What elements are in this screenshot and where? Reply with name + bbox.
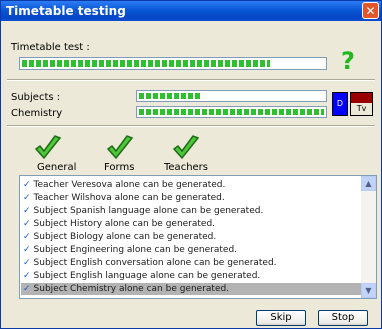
list-item-selected[interactable]: ✓ Subject Chemistry alone can be generate… bbox=[21, 283, 361, 295]
list-item-text: Subject Engineering alone can be generat… bbox=[33, 245, 238, 255]
log-list[interactable]: ✓ Teacher Veresova alone can be generated… bbox=[19, 175, 377, 299]
list-item[interactable]: ✓ Subject Biology alone can be generated. bbox=[23, 231, 216, 243]
list-item-text: Subject Chemistry alone can be generated… bbox=[33, 284, 230, 294]
list-item[interactable]: ✓ Teacher Veresova alone can be generated… bbox=[23, 179, 225, 191]
list-item-text: Subject Biology alone can be generated. bbox=[33, 232, 217, 242]
blue-indicator: D bbox=[332, 92, 348, 116]
check-forms-icon bbox=[106, 135, 134, 160]
list-item[interactable]: ✓ Subject Spanish language alone can be g… bbox=[23, 205, 263, 217]
list-item-text: Subject History alone can be generated. bbox=[33, 219, 216, 229]
list-item-text: Teacher Veresova alone can be generated. bbox=[33, 180, 226, 190]
checkmark-icon: ✓ bbox=[23, 258, 31, 268]
checkmark-icon: ✓ bbox=[23, 271, 31, 281]
check-general-icon bbox=[34, 135, 62, 160]
list-item[interactable]: ✓ Subject History alone can be generated. bbox=[23, 218, 215, 230]
question-mark-icon: ? bbox=[341, 47, 355, 75]
list-item-text: Subject English conversation alone can b… bbox=[33, 258, 277, 268]
separator bbox=[7, 125, 375, 127]
check-general-label: General bbox=[37, 162, 77, 173]
subjects-progress bbox=[136, 90, 327, 102]
timetable-test-label: Timetable test : bbox=[11, 42, 90, 53]
checkmark-icon: ✓ bbox=[23, 193, 31, 203]
checkmark-icon: ✓ bbox=[23, 284, 31, 294]
checkmark-icon: ✓ bbox=[23, 206, 31, 216]
skip-button[interactable]: Skip bbox=[256, 310, 306, 326]
check-forms-label: Forms bbox=[104, 162, 135, 173]
subjects-progress-fill bbox=[139, 93, 200, 99]
tv-indicator-red bbox=[351, 93, 372, 103]
list-item[interactable]: ✓ Subject English conversation alone can … bbox=[23, 257, 277, 269]
current-item-label: Chemistry bbox=[11, 108, 63, 119]
tv-indicator: Tv bbox=[350, 92, 373, 116]
checkmark-icon: ✓ bbox=[23, 180, 31, 190]
timetable-test-progress bbox=[19, 57, 327, 70]
tv-label: Tv bbox=[356, 104, 367, 113]
checkmark-icon: ✓ bbox=[23, 232, 31, 242]
current-item-progress bbox=[136, 106, 327, 118]
checkmark-icon: ✓ bbox=[23, 219, 31, 229]
check-teachers-icon bbox=[172, 135, 200, 160]
timetable-testing-window: Timetable testing ✕ Timetable test : ? S… bbox=[0, 0, 382, 329]
list-item-text: Teacher Wilshova alone can be generated. bbox=[33, 193, 225, 203]
scroll-up-button[interactable]: ▲ bbox=[361, 176, 376, 191]
list-item[interactable]: ✓ Teacher Wilshova alone can be generated… bbox=[23, 192, 225, 204]
list-item-text: Subject English language alone can be ge… bbox=[33, 271, 261, 281]
check-teachers-label: Teachers bbox=[164, 162, 208, 173]
log-scrollbar[interactable]: ▲ ▼ bbox=[361, 176, 376, 298]
list-item[interactable]: ✓ Subject Engineering alone can be genera… bbox=[23, 244, 237, 256]
list-item-text: Subject Spanish language alone can be ge… bbox=[33, 206, 264, 216]
list-item[interactable]: ✓ Subject English language alone can be g… bbox=[23, 270, 260, 282]
scroll-down-button[interactable]: ▼ bbox=[361, 283, 376, 298]
window-title: Timetable testing bbox=[6, 4, 126, 18]
title-bar: Timetable testing ✕ bbox=[1, 1, 381, 21]
checkmark-icon: ✓ bbox=[23, 245, 31, 255]
subjects-label: Subjects : bbox=[11, 92, 61, 103]
current-item-progress-fill bbox=[139, 109, 324, 115]
separator bbox=[7, 79, 375, 81]
close-button[interactable]: ✕ bbox=[362, 2, 379, 19]
timetable-test-progress-fill bbox=[22, 60, 270, 67]
stop-button[interactable]: Stop bbox=[318, 310, 368, 326]
